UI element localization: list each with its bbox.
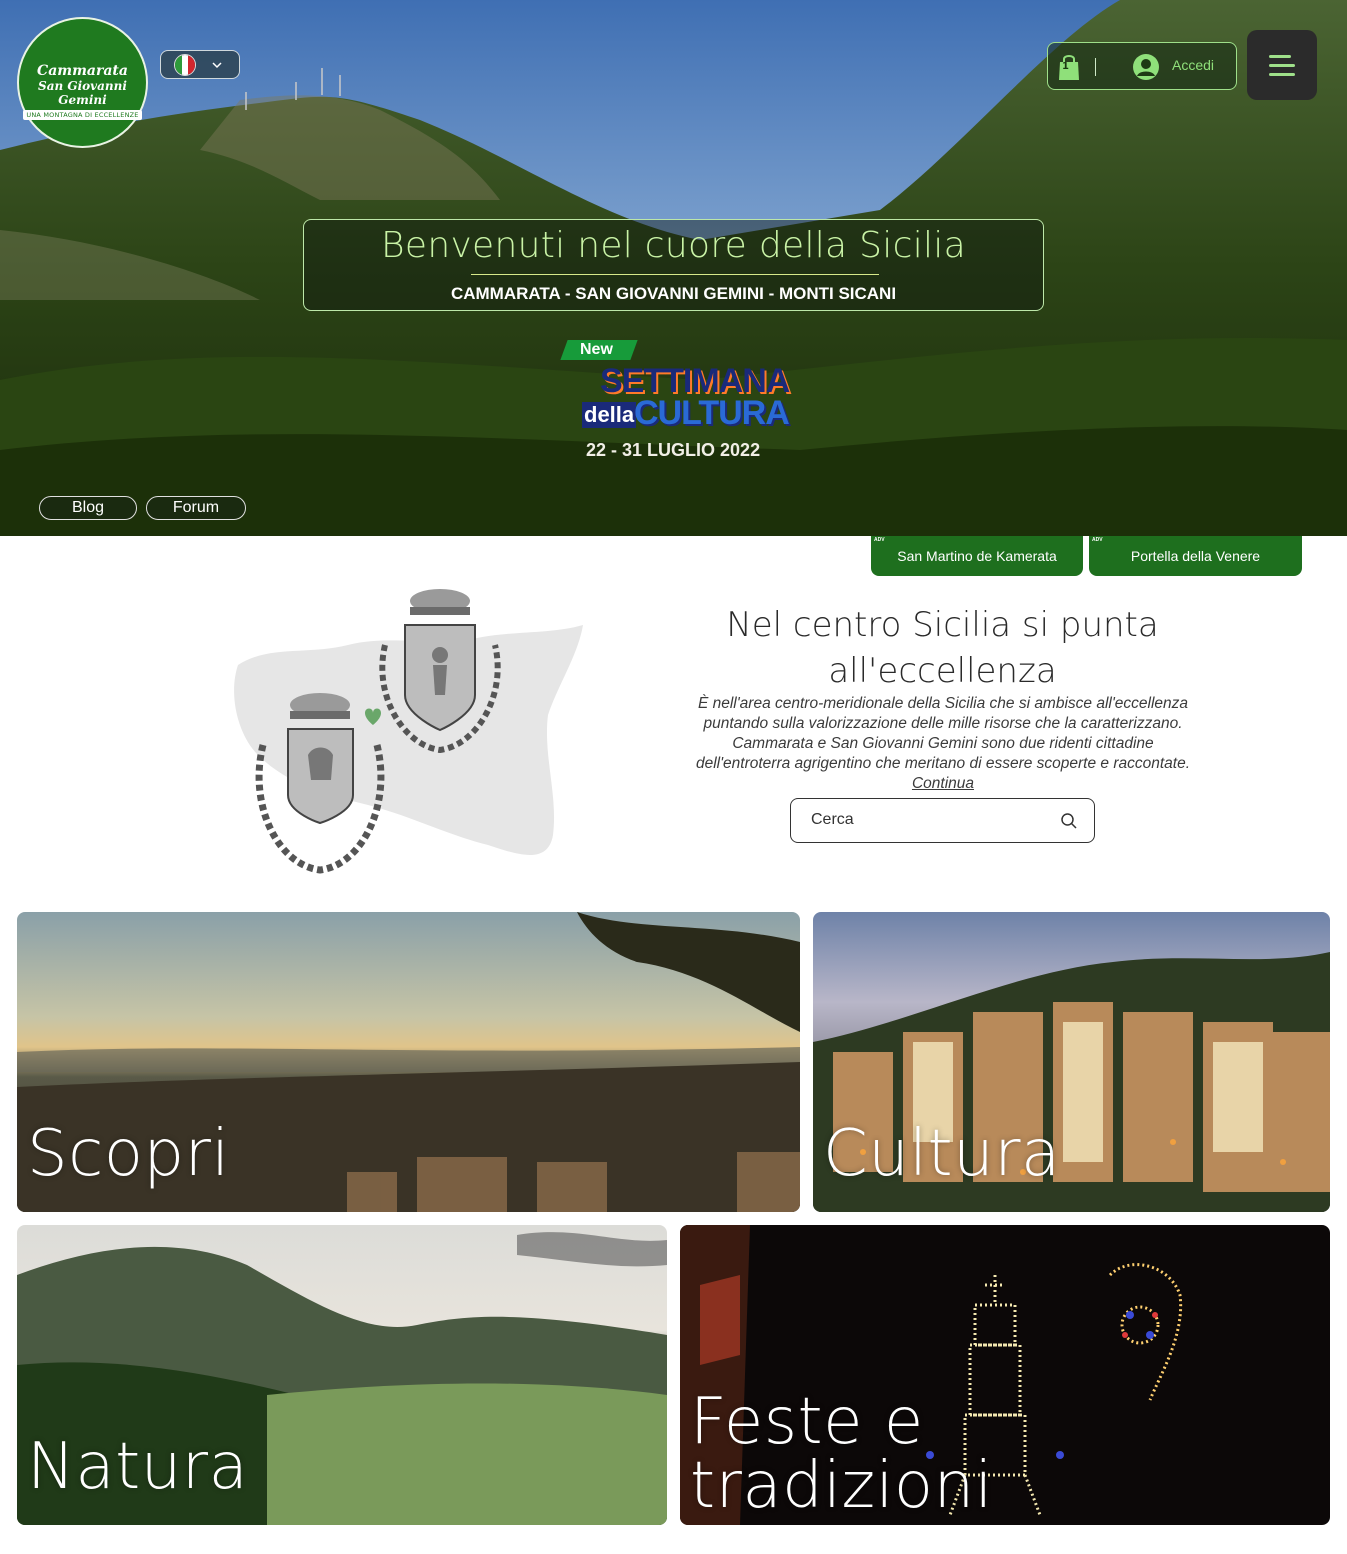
adv-tab-label: Portella della Venere: [1130, 548, 1261, 564]
card-label-line2: tradizioni: [690, 1449, 993, 1523]
logo-line1: Cammarata: [37, 62, 128, 79]
italy-flag-icon: [174, 53, 196, 76]
cart-login-bar: 1 Accedi: [1047, 42, 1237, 90]
adv-tab-portella[interactable]: ADV Portella della Venere: [1089, 536, 1302, 576]
adv-tab-san-martino[interactable]: ADV San Martino de Kamerata: [871, 536, 1083, 576]
logo-tagline: UNA MONTAGNA DI ECCELLENZE: [23, 109, 142, 120]
card-natura[interactable]: Natura: [17, 1225, 667, 1525]
blog-button[interactable]: Blog: [39, 496, 137, 520]
logo-line2: San Giovanni Gemini: [38, 78, 127, 107]
continua-link[interactable]: Continua: [912, 775, 974, 792]
sicily-map-coats-of-arms-image: [234, 589, 583, 874]
page: Cammarata San Giovanni Gemini UNA MONTAG…: [0, 0, 1347, 1554]
search-input[interactable]: Cerca: [811, 811, 854, 829]
search-icon[interactable]: [1060, 812, 1078, 830]
chevron-down-icon: [212, 61, 222, 68]
divider: [471, 274, 879, 275]
card-label: Scopri: [27, 1117, 230, 1191]
forum-button[interactable]: Forum: [146, 496, 246, 520]
login-button[interactable]: Accedi: [1172, 57, 1214, 73]
card-label: Feste e tradizioni: [690, 1390, 993, 1518]
intro-title: Nel centro Sicilia si punta all'eccellen…: [690, 602, 1195, 694]
menu-icon: [1269, 55, 1291, 58]
card-cultura[interactable]: Cultura: [813, 912, 1330, 1212]
new-label: New: [580, 341, 613, 358]
hero-title: Benvenuti nel cuore della Sicilia: [381, 225, 966, 266]
adv-tab-label: San Martino de Kamerata: [897, 548, 1057, 564]
language-selector[interactable]: [160, 50, 240, 79]
cart-count: 1: [1062, 61, 1069, 72]
user-avatar-icon[interactable]: [1132, 53, 1160, 81]
divider: [1095, 58, 1096, 76]
card-label: Cultura: [823, 1117, 1061, 1191]
intro-title-line2: all'eccellenza: [828, 651, 1057, 691]
menu-icon: [1269, 73, 1295, 76]
card-feste-tradizioni[interactable]: Feste e tradizioni: [680, 1225, 1330, 1525]
event-title-cultura: CULTURA: [634, 394, 790, 432]
hero-banner: Cammarata San Giovanni Gemini UNA MONTAG…: [0, 0, 1347, 536]
welcome-box: Benvenuti nel cuore della Sicilia CAMMAR…: [303, 219, 1044, 311]
search-box[interactable]: Cerca: [790, 798, 1095, 843]
event-title-della: della: [582, 402, 637, 428]
card-label-line1: Feste e: [690, 1385, 924, 1459]
event-date: 22 - 31 LUGLIO 2022: [586, 440, 761, 460]
intro-text: È nell'area centro-meridionale della Sic…: [695, 695, 1191, 772]
settimana-cultura-banner[interactable]: New SETTIMANA della CULTURA 22 - 31 LUGL…: [560, 338, 790, 468]
adv-tag: ADV: [874, 537, 885, 543]
card-scopri[interactable]: Scopri: [17, 912, 800, 1212]
menu-icon: [1269, 64, 1295, 67]
site-logo[interactable]: Cammarata San Giovanni Gemini UNA MONTAG…: [17, 17, 148, 148]
intro-title-line1: Nel centro Sicilia si punta: [726, 605, 1159, 645]
hamburger-menu-button[interactable]: [1247, 30, 1317, 100]
adv-tag: ADV: [1092, 537, 1103, 543]
card-label: Natura: [27, 1430, 249, 1504]
intro-paragraph: È nell'area centro-meridionale della Sic…: [688, 694, 1198, 794]
hero-subtitle: CAMMARATA - SAN GIOVANNI GEMINI - MONTI …: [450, 284, 897, 303]
